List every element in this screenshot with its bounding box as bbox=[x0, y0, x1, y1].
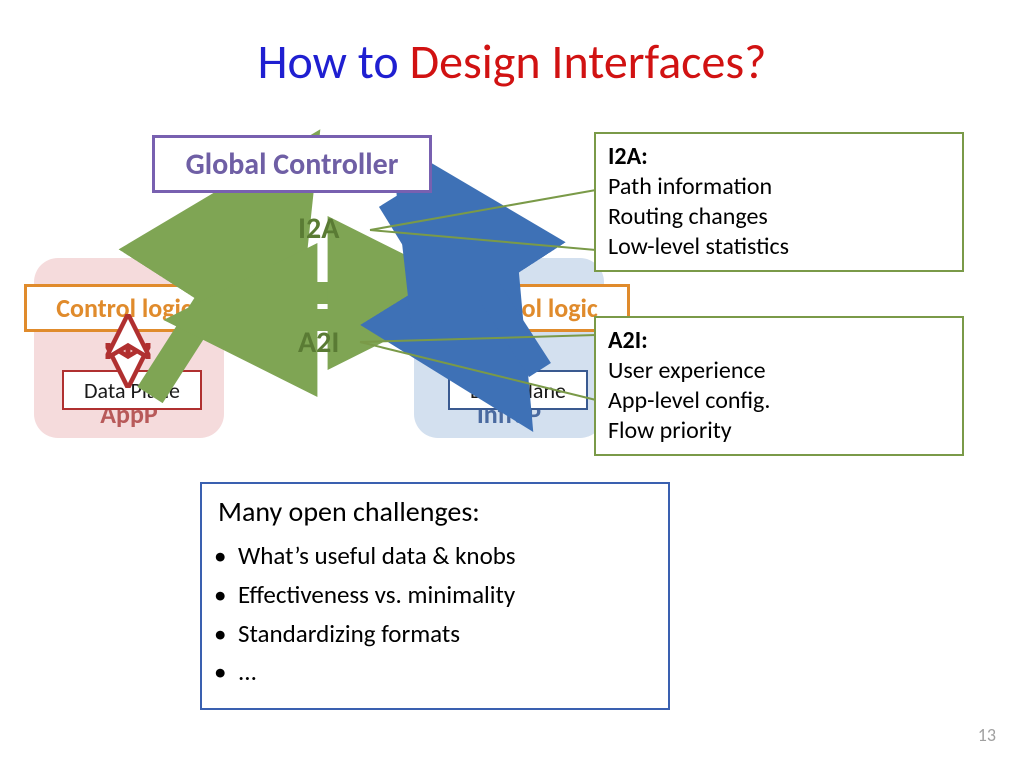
callout-i2a: I2A: Path information Routing changes Lo… bbox=[594, 132, 964, 272]
data-plane-left: Data Plane bbox=[62, 370, 202, 410]
challenges-head: Many open challenges: bbox=[218, 494, 652, 529]
challenges-box: Many open challenges: What’s useful data… bbox=[200, 482, 670, 710]
challenge-item: What’s useful data & knobs bbox=[238, 537, 652, 576]
title-part3: ? bbox=[744, 32, 766, 91]
page-number: 13 bbox=[978, 724, 996, 746]
i2a-label: I2A bbox=[298, 210, 339, 247]
data-plane-right: Data Plane bbox=[448, 370, 588, 410]
control-logic-left: Control logic bbox=[24, 284, 224, 332]
challenges-list: What’s useful data & knobs Effectiveness… bbox=[218, 537, 652, 692]
callout-a2i-line3: Flow priority bbox=[608, 416, 950, 446]
challenge-item: Effectiveness vs. minimality bbox=[238, 576, 652, 615]
callout-a2i-line2: App-level config. bbox=[608, 386, 950, 416]
callout-i2a-line1: Path information bbox=[608, 172, 950, 202]
challenge-item: Standardizing formats bbox=[238, 615, 652, 654]
callout-i2a-head: I2A: bbox=[608, 142, 648, 171]
a2i-label: A2I bbox=[298, 324, 339, 361]
callout-a2i: A2I: User experience App-level config. F… bbox=[594, 316, 964, 456]
callout-a2i-head: A2I: bbox=[608, 326, 648, 355]
title-part2: Design Interfaces bbox=[410, 32, 745, 91]
title-part1: How to bbox=[258, 32, 410, 91]
challenge-item: ... bbox=[238, 653, 652, 692]
global-controller-box: Global Controller bbox=[152, 135, 432, 193]
callout-i2a-line2: Routing changes bbox=[608, 202, 950, 232]
callout-a2i-line1: User experience bbox=[608, 356, 950, 386]
slide-title: How to Design Interfaces? bbox=[0, 32, 1024, 91]
callout-i2a-line3: Low-level statistics bbox=[608, 232, 950, 262]
